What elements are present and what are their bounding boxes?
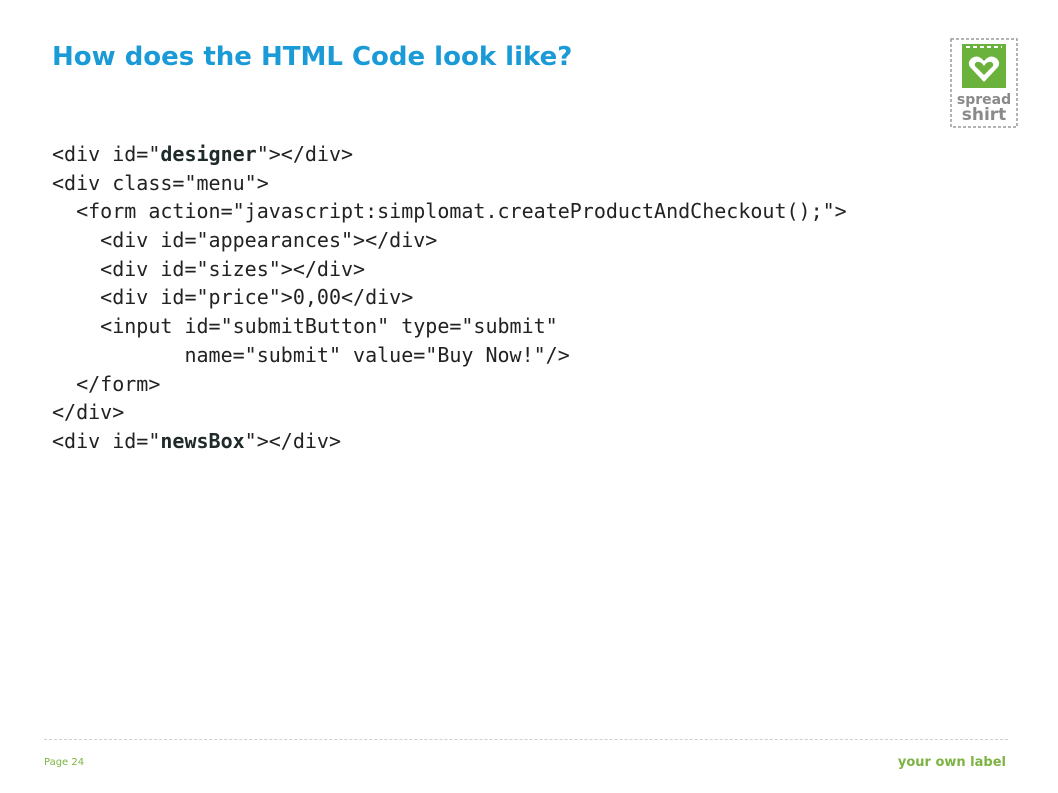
code-text: name="submit" value="Buy Now!"/> xyxy=(52,342,570,367)
page-number: Page 24 xyxy=(44,757,85,768)
code-line: <div id="appearances"></div> xyxy=(52,226,847,255)
footer-tagline: your own label xyxy=(897,755,1006,770)
code-text: <input id="submitButton" type="submit" xyxy=(52,314,558,339)
code-line: <input id="submitButton" type="submit" xyxy=(52,312,847,341)
html-code-block: <div id="designer"></div> <div class="men… xyxy=(52,140,847,456)
code-text: "></div> xyxy=(244,428,341,453)
code-line: name="submit" value="Buy Now!"/> xyxy=(52,341,847,370)
code-text: </form> xyxy=(52,371,161,396)
code-text: <div id="appearances"></div> xyxy=(52,228,438,253)
code-text: <div id="price">0,00</div> xyxy=(52,285,414,310)
code-line: </form> xyxy=(52,370,847,399)
code-text: <div class="menu"> xyxy=(52,170,269,195)
code-line: <div id="price">0,00</div> xyxy=(52,283,847,312)
code-highlight: designer xyxy=(160,142,257,166)
code-line: <div id="newsBox"></div> xyxy=(52,427,847,456)
footer-divider xyxy=(44,739,1008,740)
spreadshirt-logo-icon: spread shirt xyxy=(950,38,1018,128)
code-text: "></div> xyxy=(256,142,354,166)
code-text: <div id="sizes"></div> xyxy=(52,256,366,281)
slide: How does the HTML Code look like? spread… xyxy=(0,0,1058,793)
slide-title: How does the HTML Code look like? xyxy=(52,42,573,72)
code-line: <div class="menu"> xyxy=(52,169,847,198)
code-line: <form action="javascript:simplomat.creat… xyxy=(52,197,847,226)
code-highlight: newsBox xyxy=(160,428,245,453)
code-line: <div id="designer"></div> xyxy=(52,140,847,169)
code-text: <div id=" xyxy=(52,142,161,166)
code-line: <div id="sizes"></div> xyxy=(52,255,847,284)
code-text: <div id=" xyxy=(52,428,161,453)
code-text: </div> xyxy=(52,400,125,425)
code-text: <form action="javascript:simplomat.creat… xyxy=(52,199,847,224)
code-line: </div> xyxy=(52,398,847,427)
logo-text-shirt: shirt xyxy=(962,105,1007,125)
